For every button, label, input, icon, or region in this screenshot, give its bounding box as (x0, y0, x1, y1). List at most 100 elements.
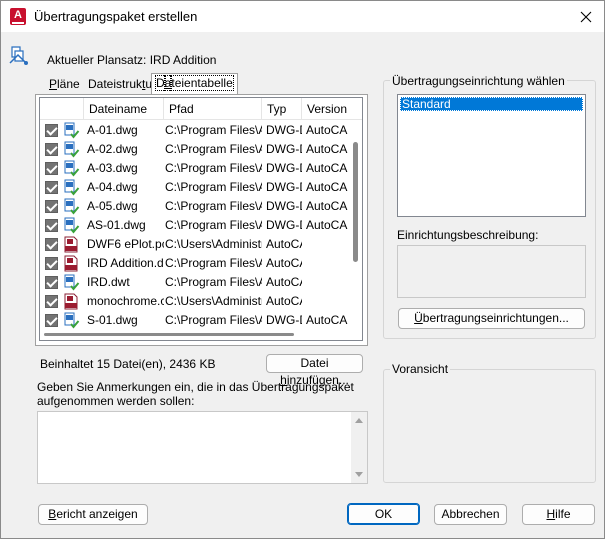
table-row[interactable]: A-04.dwg C:\Program Files\Au DWG-D AutoCAD (40, 178, 352, 197)
include-checkbox[interactable] (45, 257, 58, 270)
cell-version: AutoCAD (306, 199, 348, 213)
include-checkbox[interactable] (45, 314, 58, 327)
preview-group-box (383, 369, 596, 483)
table-row[interactable]: S-01.dwg C:\Program Files\Au DWG-D AutoCAD (40, 311, 352, 330)
cell-dateiname: S-01.dwg (87, 313, 138, 327)
table-row[interactable]: A-02.dwg C:\Program Files\Au DWG-D AutoCAD (40, 140, 352, 159)
dwg-file-icon (63, 141, 80, 158)
notes-scrollbar[interactable] (351, 412, 367, 483)
notes-textarea[interactable] (37, 411, 368, 484)
column-pfad[interactable]: Pfad (164, 98, 262, 120)
include-checkbox[interactable] (45, 219, 58, 232)
file-table[interactable]: Dateiname Pfad Typ Version A-01.dwg C:\Pr… (39, 97, 363, 341)
dwg-file-icon (63, 217, 80, 234)
tab-dateistruktur[interactable]: Dateistruktur (84, 75, 160, 94)
cell-typ: DWG-D (266, 142, 302, 156)
table-row[interactable]: IRD.dwt C:\Program Files\Au AutoCA (40, 273, 352, 292)
preview-group-title: Voransicht (390, 362, 451, 376)
transmittal-setups-accel: Ü (414, 311, 423, 325)
include-checkbox[interactable] (45, 238, 58, 251)
table-row[interactable]: A-05.dwg C:\Program Files\Au DWG-D AutoCAD (40, 197, 352, 216)
vertical-scroll-thumb[interactable] (353, 142, 358, 262)
include-checkbox[interactable] (45, 295, 58, 308)
cell-typ: AutoCA (266, 237, 302, 251)
setup-description-box (397, 245, 586, 298)
table-row[interactable]: DWF6 ePlot.pc3C:\Users\Administrat AutoCA (40, 235, 352, 254)
cell-typ: AutoCA (266, 294, 302, 308)
tab-dateientabelle[interactable]: Dateientabelle (151, 73, 238, 95)
table-row[interactable]: IRD Addition.dstC:\Program Files\Au AutoC… (40, 254, 352, 273)
view-report-button[interactable]: Bericht anzeigen (38, 504, 148, 525)
table-row[interactable]: A-01.dwg C:\Program Files\Au DWG-D AutoCAD (40, 121, 352, 140)
add-file-button[interactable]: Datei hinzufügen... (266, 354, 363, 387)
table-row[interactable]: AS-01.dwg C:\Program Files\Au DWG-D AutoCAD (40, 216, 352, 235)
cell-pfad: C:\Program Files\Au (165, 218, 262, 232)
close-button[interactable] (568, 1, 604, 32)
cell-pfad: C:\Users\Administrat (165, 237, 262, 251)
cancel-button[interactable]: Abbrechen (434, 504, 507, 525)
cell-typ: DWG-D (266, 161, 302, 175)
table-row[interactable]: monochrome.ctbC:\Users\Administrat AutoCA (40, 292, 352, 311)
help-accel: H (546, 507, 556, 521)
cell-dateiname: A-04.dwg (87, 180, 138, 194)
cell-dateiname: AS-01.dwg (87, 218, 146, 232)
help-label: ilfe (555, 507, 571, 521)
cell-pfad: C:\Program Files\Au (165, 313, 262, 327)
cell-dateiname: DWF6 ePlot.pc3 (87, 237, 164, 251)
cell-dateiname: IRD Addition.dst (87, 256, 164, 270)
cell-version (306, 273, 348, 292)
help-button[interactable]: Hilfe (522, 504, 595, 525)
cell-dateiname: A-05.dwg (87, 199, 138, 213)
cell-version (306, 292, 348, 311)
tab-plaene[interactable]: Pläne (45, 75, 84, 94)
cell-dateiname: A-03.dwg (87, 161, 138, 175)
tab-dateientabelle-label: D (155, 75, 166, 91)
scroll-down-icon[interactable] (355, 472, 363, 477)
notes-label-line2: aufgenommen werden sollen: (37, 394, 195, 408)
scroll-up-icon[interactable] (355, 418, 363, 423)
dwg-file-icon (63, 312, 80, 329)
cell-pfad: C:\Program Files\Au (165, 123, 262, 137)
dwg-file-icon (63, 198, 80, 215)
title-bar: A Übertragungspaket erstellen (1, 1, 604, 32)
include-checkbox[interactable] (45, 124, 58, 137)
setup-group-title: Übertragungseinrichtung wählen (390, 74, 567, 88)
file-summary: Beinhaltet 15 Datei(en), 2436 KB (40, 357, 216, 371)
sheet-set-icon (7, 43, 33, 72)
dst-file-icon (63, 255, 80, 272)
tab-plaene-label: läne (57, 77, 80, 91)
view-report-label: ericht anzeigen (56, 507, 138, 521)
transmittal-dialog: A Übertragungspaket erstellen Aktueller … (0, 0, 605, 539)
include-checkbox[interactable] (45, 143, 58, 156)
cell-dateiname: A-02.dwg (87, 142, 138, 156)
file-table-vertical-scrollbar[interactable] (350, 120, 362, 332)
tab-plaene-accel: P (49, 77, 58, 91)
setup-list[interactable]: Standard (397, 94, 586, 217)
transmittal-setups-button[interactable]: Übertragungseinrichtungen... (398, 308, 585, 329)
table-row[interactable]: A-03.dwg C:\Program Files\Au DWG-D AutoCAD (40, 159, 352, 178)
cell-typ: DWG-D (266, 313, 302, 327)
include-checkbox[interactable] (45, 162, 58, 175)
include-checkbox[interactable] (45, 181, 58, 194)
cell-version: AutoCAD (306, 218, 348, 232)
cell-pfad: C:\Program Files\Au (165, 161, 262, 175)
cell-version: AutoCAD (306, 161, 348, 175)
cell-version: AutoCAD (306, 142, 348, 156)
column-typ[interactable]: Typ (262, 98, 302, 120)
pc3-file-icon (63, 236, 80, 253)
dwg-file-icon (63, 122, 80, 139)
column-version[interactable]: Version (302, 98, 362, 120)
include-checkbox[interactable] (45, 276, 58, 289)
column-dateiname[interactable]: Dateiname (84, 98, 164, 120)
notes-label-line1: Geben Sie Anmerkungen ein, die in das Üb… (37, 380, 354, 394)
ok-button[interactable]: OK (347, 503, 420, 525)
include-checkbox[interactable] (45, 200, 58, 213)
setup-item-standard[interactable]: Standard (400, 97, 583, 111)
cell-pfad: C:\Program Files\Au (165, 142, 262, 156)
cell-dateiname: monochrome.ctb (87, 294, 164, 308)
file-table-horizontal-scrollbar[interactable] (40, 330, 352, 340)
add-file-label: Datei (300, 356, 329, 370)
cell-typ: DWG-D (266, 180, 302, 194)
horizontal-scroll-thumb[interactable] (44, 333, 294, 336)
autocad-app-icon: A (10, 8, 26, 25)
